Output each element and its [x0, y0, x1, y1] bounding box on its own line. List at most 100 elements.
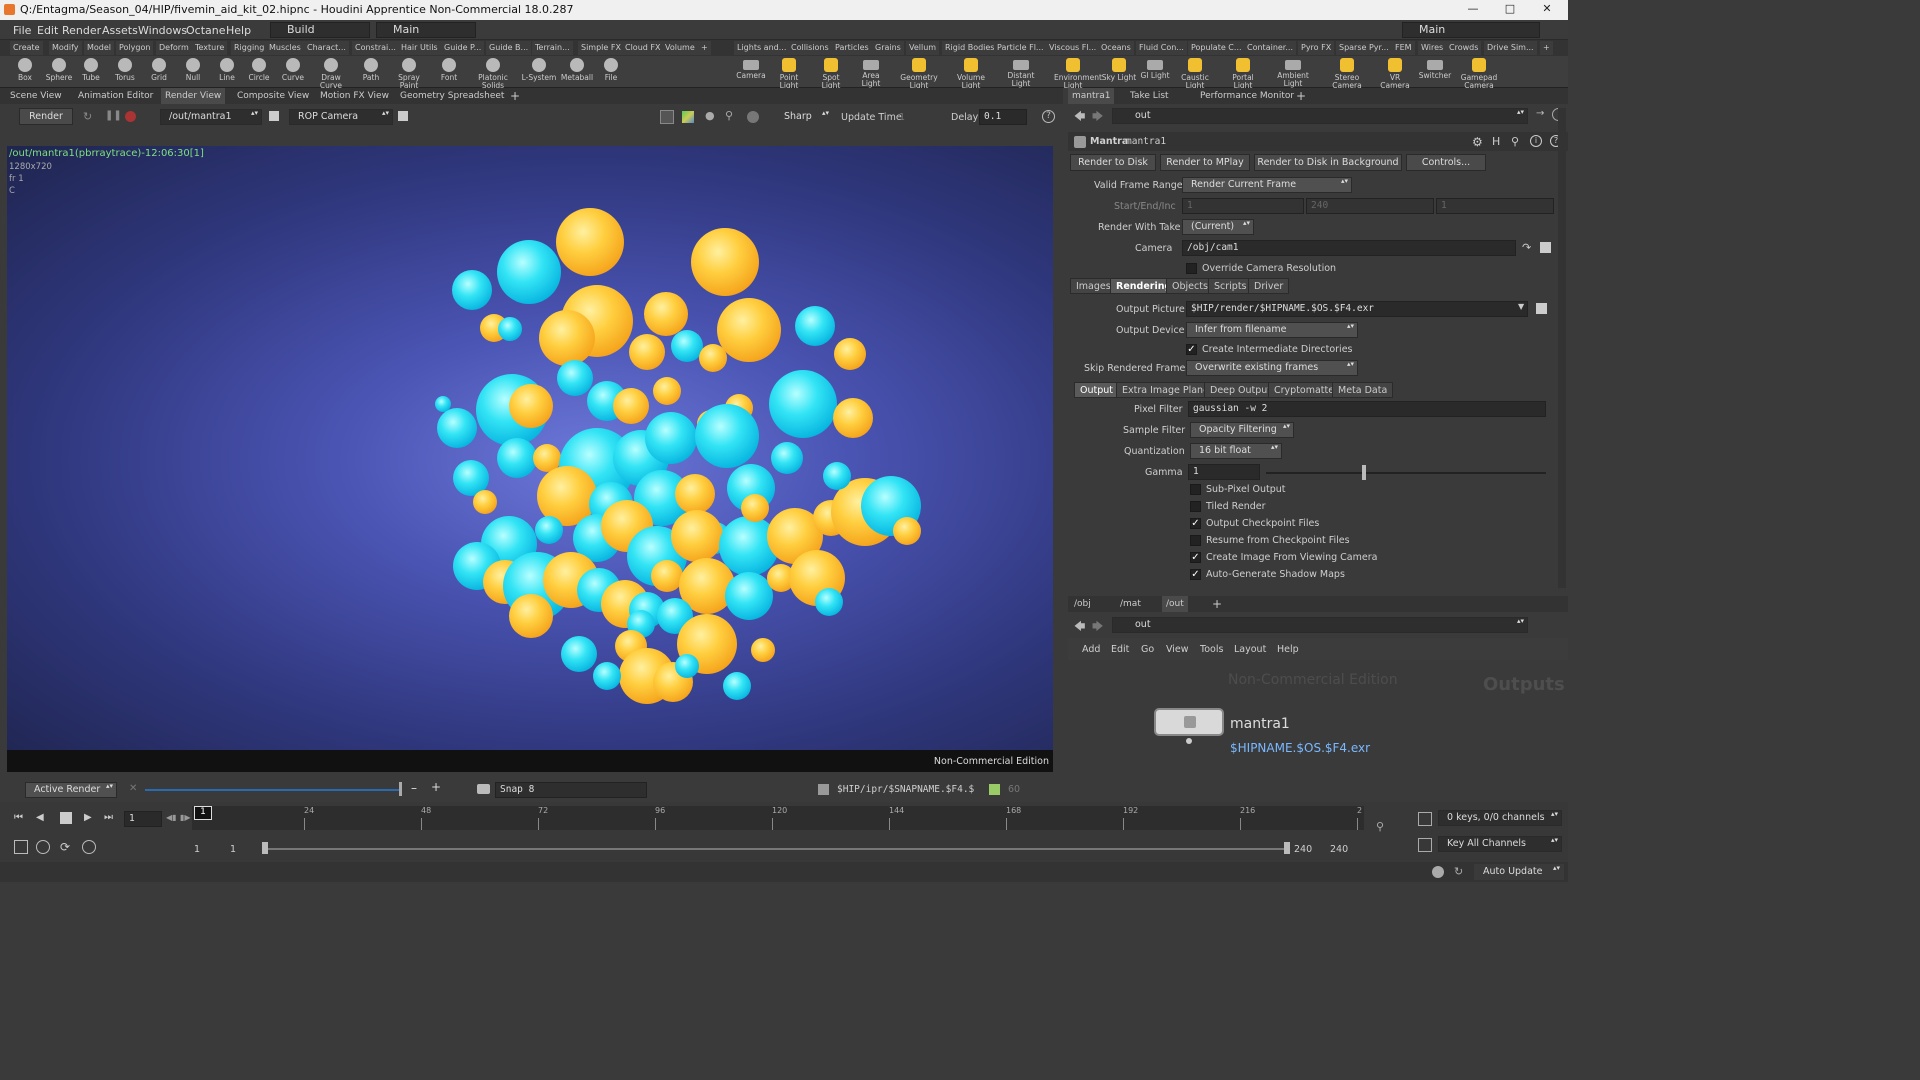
- snapshot-slider[interactable]: [145, 789, 401, 791]
- quantization-menu[interactable]: 16 bit float: [1190, 443, 1282, 459]
- controls-button[interactable]: Controls...: [1406, 154, 1486, 171]
- snapshot-increment-icon[interactable]: +: [431, 780, 441, 794]
- shelf-tab-particles[interactable]: Particles: [832, 41, 872, 55]
- network-back-icon[interactable]: 🡄: [1074, 618, 1085, 637]
- shelf-tab-terrain[interactable]: Terrain...: [532, 41, 573, 55]
- prev-key-icon[interactable]: ◀▮: [166, 813, 177, 822]
- shelf-tab-rigid-bodies[interactable]: Rigid Bodies: [942, 41, 998, 55]
- refresh-icon[interactable]: ↻: [83, 110, 92, 123]
- playback-end-field[interactable]: 240: [1294, 844, 1312, 855]
- range-slider-end-handle[interactable]: [1284, 842, 1290, 854]
- tool-volume-light[interactable]: Volume Light: [952, 57, 990, 90]
- shelf-tab-particle-fl[interactable]: Particle Fl...: [994, 41, 1047, 55]
- context-selector[interactable]: Main: [376, 22, 476, 38]
- tab-obj[interactable]: /obj: [1070, 596, 1095, 612]
- net-menu-add[interactable]: Add: [1082, 644, 1100, 655]
- shelf-tab-oceans[interactable]: Oceans: [1098, 41, 1134, 55]
- shelf-tab-hair-utils[interactable]: Hair Utils: [398, 41, 441, 55]
- key-channels-icon[interactable]: [1418, 838, 1432, 852]
- region-icon[interactable]: [660, 110, 674, 124]
- output-checkpoint-files-checkbox[interactable]: ✓: [1190, 518, 1201, 529]
- pin-icon[interactable]: →: [1536, 108, 1544, 119]
- tab-animation-editor[interactable]: Animation Editor: [74, 88, 157, 104]
- shelf-tab-populate-c[interactable]: Populate C...: [1188, 41, 1245, 55]
- camera-picker-icon[interactable]: [398, 111, 408, 121]
- tool-spray-paint[interactable]: Spray Paint: [390, 57, 428, 90]
- stop-icon[interactable]: [125, 111, 136, 122]
- camera-jump-icon[interactable]: ↷: [1522, 241, 1531, 254]
- tool-l-system[interactable]: L-System: [520, 57, 558, 87]
- range-slider[interactable]: [264, 848, 1288, 850]
- zoom-icon[interactable]: ⚲: [725, 109, 733, 122]
- camera-chooser-icon[interactable]: [1540, 242, 1551, 253]
- tab-take-list[interactable]: Take List: [1126, 88, 1173, 104]
- ipr-path[interactable]: $HIP/ipr/$SNAPNAME.$F4.$: [837, 784, 974, 795]
- info-icon[interactable]: i: [1530, 135, 1542, 147]
- tab-performance-monitor[interactable]: Performance Monitor: [1196, 88, 1298, 104]
- snapshot-slider-handle[interactable]: [399, 782, 402, 796]
- key-all-channels-menu[interactable]: Key All Channels: [1438, 836, 1562, 852]
- tool-sky-light[interactable]: Sky Light: [1100, 57, 1138, 87]
- shelf-tab-volume[interactable]: Volume: [662, 41, 698, 55]
- tool-grid[interactable]: Grid: [140, 57, 178, 87]
- render-viewport[interactable]: /out/mantra1(pbrraytrace)-12:06:30[1] 12…: [7, 146, 1053, 750]
- render-button[interactable]: Render: [19, 108, 73, 125]
- auto-update-menu[interactable]: Auto Update: [1474, 864, 1564, 880]
- hda-icon[interactable]: H: [1492, 135, 1500, 148]
- render-to-disk-button[interactable]: Render to Disk: [1070, 154, 1156, 171]
- shelf-tab-vellum[interactable]: Vellum: [906, 41, 940, 55]
- add-tab-icon[interactable]: +: [506, 88, 524, 104]
- net-menu-help[interactable]: Help: [1277, 644, 1299, 655]
- maximize-button[interactable]: □: [1495, 2, 1525, 18]
- audio-icon[interactable]: [36, 840, 50, 854]
- current-frame-field[interactable]: 1: [124, 811, 162, 827]
- network-forward-icon[interactable]: 🡆: [1092, 618, 1103, 637]
- menu-octane[interactable]: Octane: [186, 24, 226, 37]
- snapshot-camera-icon[interactable]: [477, 784, 490, 794]
- desktop-selector[interactable]: Build: [270, 22, 370, 38]
- minimize-button[interactable]: —: [1458, 2, 1488, 18]
- tab-objects[interactable]: Objects: [1166, 278, 1214, 294]
- forward-arrow-icon[interactable]: 🡆: [1092, 108, 1103, 127]
- menu-file[interactable]: File: [13, 24, 31, 37]
- shelf-tab-collisions[interactable]: Collisions: [788, 41, 832, 55]
- tool-distant-light[interactable]: Distant Light: [1002, 57, 1040, 88]
- sample-filter-menu[interactable]: Opacity Filtering: [1190, 422, 1294, 438]
- tool-null[interactable]: Null: [174, 57, 212, 87]
- mantra1-node[interactable]: [1154, 708, 1224, 736]
- tool-stereo-camera[interactable]: Stereo Camera: [1328, 57, 1366, 90]
- tool-portal-light[interactable]: Portal Light: [1224, 57, 1262, 90]
- node-output-connector[interactable]: [1186, 738, 1192, 744]
- shelf-tab-model[interactable]: Model: [84, 41, 115, 55]
- shelf-tab-modify[interactable]: Modify: [49, 41, 82, 55]
- range-end-field[interactable]: 240: [1330, 844, 1348, 855]
- shelf-tab-charact[interactable]: Charact...: [304, 41, 349, 55]
- render-to-disk-background-button[interactable]: Render to Disk in Background: [1254, 154, 1402, 171]
- playback-start-field[interactable]: 1: [230, 844, 236, 855]
- output-picture-dropdown-icon[interactable]: ▼: [1518, 302, 1524, 311]
- auto-generate-shadow-maps-checkbox[interactable]: ✓: [1190, 569, 1201, 580]
- shelf-tab-sparse-pyr[interactable]: Sparse Pyr...: [1336, 41, 1392, 55]
- ipr-lock-icon[interactable]: [818, 784, 829, 795]
- tab-out[interactable]: /out: [1162, 596, 1188, 612]
- shelf-tab-deform[interactable]: Deform: [156, 41, 192, 55]
- inc-frame-field[interactable]: 1: [1436, 198, 1554, 214]
- snap-count-field[interactable]: Snap 8: [495, 782, 647, 798]
- range-slider-start-handle[interactable]: [262, 842, 268, 854]
- tool-vr-camera[interactable]: VR Camera: [1376, 57, 1414, 90]
- tab-geometry-spreadsheet[interactable]: Geometry Spreadsheet: [396, 88, 508, 104]
- shelf-tab-container[interactable]: Container...: [1244, 41, 1296, 55]
- shelf-tab-texture[interactable]: Texture: [192, 41, 228, 55]
- tool-draw-curve[interactable]: Draw Curve: [312, 57, 350, 90]
- snapshot-decrement-icon[interactable]: –: [411, 781, 417, 795]
- add-network-tab-icon[interactable]: +: [1208, 596, 1226, 612]
- create-intermediate-directories-checkbox[interactable]: ✓: [1186, 344, 1197, 355]
- tab-mat[interactable]: /mat: [1116, 596, 1145, 612]
- tab-render-view[interactable]: Render View: [161, 88, 226, 104]
- range-start-field[interactable]: 1: [194, 844, 200, 855]
- node-name-field[interactable]: mantra1: [1126, 136, 1166, 147]
- network-path-selector[interactable]: out: [1112, 108, 1528, 124]
- parameter-scrollbar[interactable]: [1558, 108, 1566, 588]
- node-picker-icon[interactable]: [269, 111, 279, 121]
- tool-box[interactable]: Box: [6, 57, 44, 87]
